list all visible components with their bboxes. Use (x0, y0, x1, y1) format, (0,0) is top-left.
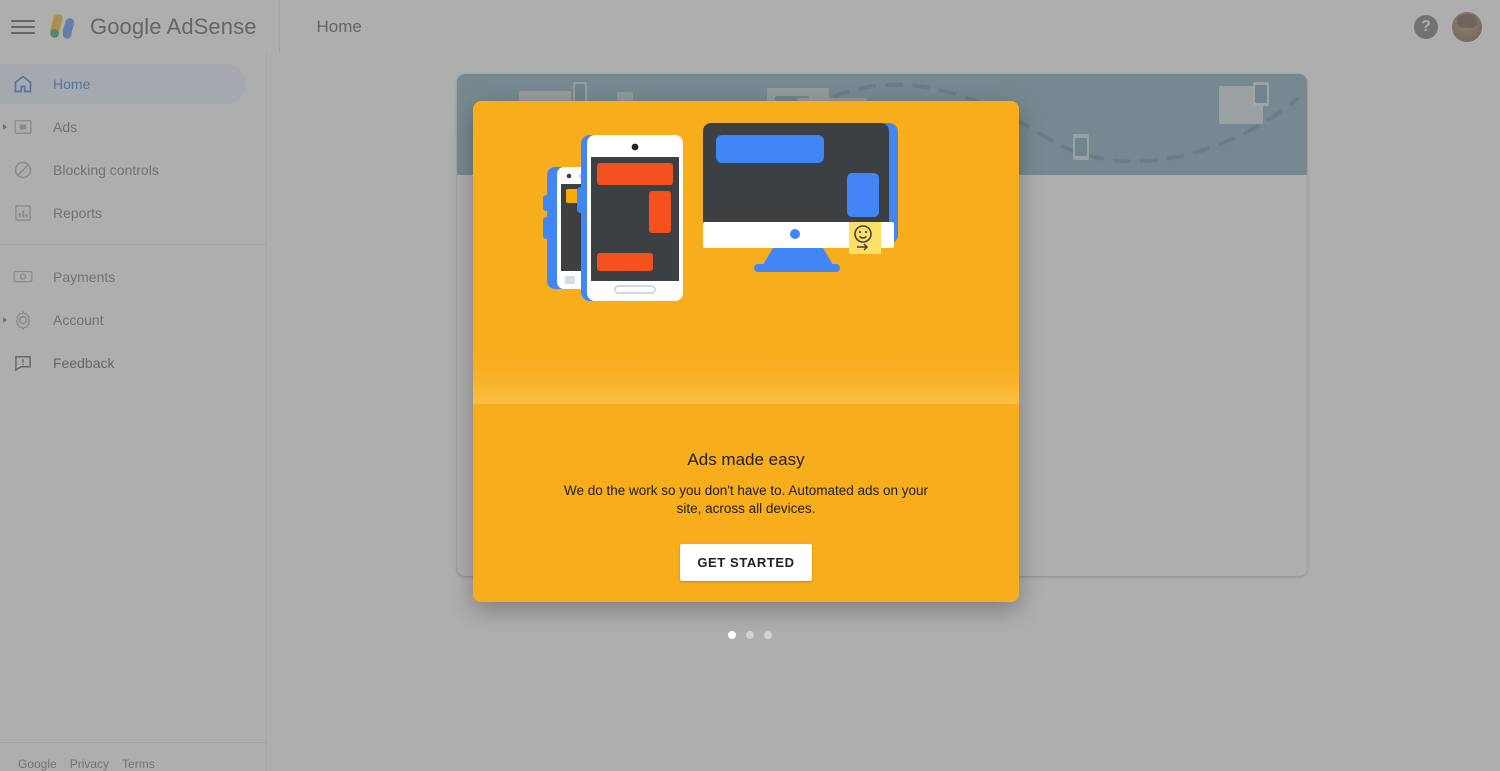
devices-illustration (473, 101, 1019, 404)
sidebar-item-label: Feedback (53, 355, 115, 371)
sidebar-item-label: Home (53, 76, 91, 92)
sidebar-item-label: Payments (53, 269, 116, 285)
payments-icon (12, 266, 34, 288)
footer-link-google[interactable]: Google (18, 757, 57, 771)
sidebar-item-reports[interactable]: Reports (0, 193, 246, 233)
chevron-right-icon (2, 316, 10, 324)
sidebar-divider (0, 244, 266, 245)
hamburger-menu-icon[interactable] (11, 15, 35, 39)
sidebar-item-home[interactable]: Home (0, 64, 246, 104)
feedback-icon (12, 352, 34, 374)
home-icon (12, 73, 34, 95)
carousel-dots (0, 631, 1500, 639)
help-icon[interactable]: ? (1414, 14, 1438, 39)
top-header: Google AdSense Home ? (0, 0, 1500, 53)
avatar[interactable] (1452, 11, 1482, 42)
sidebar: Home Ads Blocking controls Reports Payme… (0, 53, 267, 771)
chevron-right-icon (2, 123, 10, 131)
brand-title: Google AdSense (90, 13, 257, 39)
page-title: Home (316, 16, 362, 36)
promo-modal: Ads made easy We do the work so you don'… (473, 101, 1019, 602)
carousel-dot[interactable] (764, 631, 772, 639)
sidebar-item-label: Ads (53, 119, 78, 135)
header-actions: ? (1414, 11, 1482, 42)
ads-icon (12, 116, 34, 138)
sidebar-item-account[interactable]: Account (0, 300, 246, 340)
carousel-dot[interactable] (728, 631, 736, 639)
promo-title: Ads made easy (687, 450, 805, 469)
promo-description: We do the work so you don't have to. Aut… (563, 483, 929, 516)
app-root: Home Ads Blocking controls Reports Payme… (0, 0, 1500, 771)
sidebar-item-ads[interactable]: Ads (0, 107, 246, 147)
adsense-logo-icon (47, 12, 81, 42)
sidebar-footer: Google Privacy Terms (0, 742, 266, 771)
sidebar-nav: Home Ads Blocking controls Reports Payme… (0, 53, 266, 386)
carousel-dot[interactable] (746, 631, 754, 639)
sidebar-item-blocking-controls[interactable]: Blocking controls (0, 150, 246, 190)
block-icon (12, 159, 34, 181)
sidebar-item-label: Reports (53, 205, 103, 221)
gear-icon (12, 309, 34, 331)
desktop-device (703, 123, 898, 272)
reports-icon (12, 202, 34, 224)
get-started-button[interactable]: GET STARTED (680, 544, 812, 581)
footer-link-privacy[interactable]: Privacy (70, 757, 109, 771)
sidebar-item-label: Account (53, 312, 104, 328)
header-divider (278, 0, 280, 53)
sidebar-item-feedback[interactable]: Feedback (0, 343, 246, 383)
tablet-device (577, 135, 683, 301)
footer-link-terms[interactable]: Terms (122, 757, 155, 771)
sidebar-item-label: Blocking controls (53, 162, 159, 178)
sidebar-item-payments[interactable]: Payments (0, 257, 246, 297)
